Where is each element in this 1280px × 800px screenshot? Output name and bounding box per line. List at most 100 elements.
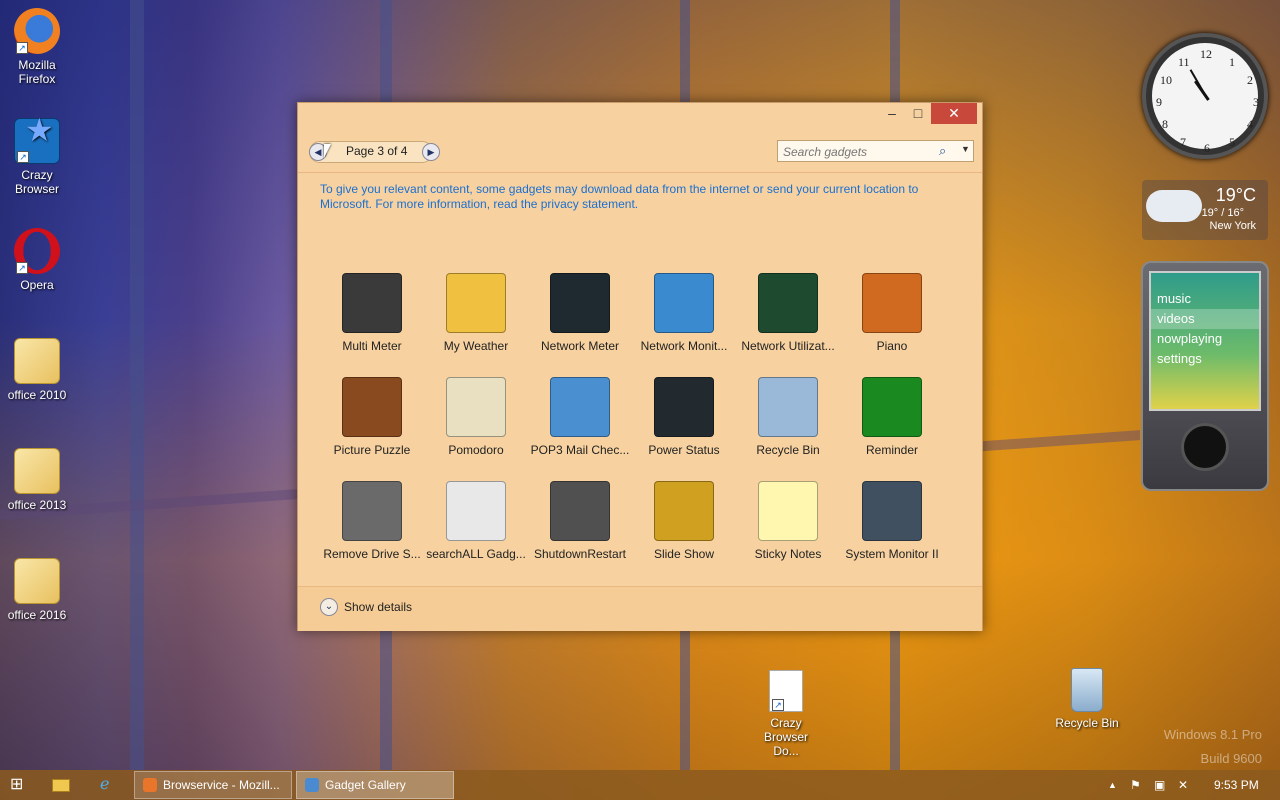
chevron-down-icon[interactable]: ▼ <box>961 144 970 154</box>
clock-number: 1 <box>1229 55 1235 69</box>
volume-muted-icon[interactable]: ✕ <box>1178 771 1194 799</box>
document-icon: ↗ <box>769 670 803 712</box>
desktop-icon-recycle-bin[interactable]: Recycle Bin <box>1051 668 1123 730</box>
clock-number: 7 <box>1180 135 1186 149</box>
mouse-cursor-icon <box>324 144 331 158</box>
gadget-tile-recycle-bin[interactable]: Recycle Bin <box>736 375 840 475</box>
desktop-icon-office-2010[interactable]: office 2010 <box>1 338 73 402</box>
crazy-browser-icon: ★ ↗ <box>14 114 60 164</box>
start-button[interactable]: ⊞ <box>10 771 28 799</box>
expand-chevron-icon[interactable]: ⌄ <box>320 598 338 616</box>
gadget-tile-network-monitor[interactable]: Network Monit... <box>632 271 736 371</box>
gadget-label: My Weather <box>443 339 509 353</box>
digital-clock-icon <box>862 377 922 437</box>
gadget-tile-power-status[interactable]: Power Status <box>632 375 736 475</box>
gadget-tile-sticky-notes[interactable]: Sticky Notes <box>736 479 840 579</box>
flag-icon[interactable]: ⚑ <box>1130 771 1146 799</box>
gadget-tile-system-monitor[interactable]: System Monitor II <box>840 479 944 579</box>
recycle-bin-icon <box>758 377 818 437</box>
clock-number: 5 <box>1229 135 1235 149</box>
desktop-icon-firefox[interactable]: ↗ Mozilla Firefox <box>1 8 73 86</box>
gadget-label: Slide Show <box>653 547 715 561</box>
next-page-button[interactable]: ▶ <box>422 143 440 161</box>
search-input[interactable]: Search gadgets ⌕ ▼ <box>777 140 974 162</box>
gadget-tile-pop3-mail[interactable]: POP3 Mail Chec... <box>528 375 632 475</box>
desktop-icon-label: office 2013 <box>7 498 67 512</box>
desktop-icon-opera[interactable]: ↗ Opera <box>1 228 73 292</box>
gadget-tile-shutdown-restart[interactable]: ShutdownRestart <box>528 479 632 579</box>
gadget-tile-searchall[interactable]: searchALL Gadg... <box>424 479 528 579</box>
desktop-icon-office-2013[interactable]: office 2013 <box>1 448 73 512</box>
search-placeholder: Search gadgets <box>783 145 868 159</box>
zune-player-gadget[interactable]: music videos nowplaying settings <box>1141 261 1269 491</box>
desktop-icon-office-2016[interactable]: office 2016 <box>1 558 73 622</box>
window-frame-beam <box>130 0 144 770</box>
maximize-button[interactable]: □ <box>904 103 932 124</box>
clock-gadget[interactable]: 12 1 2 3 4 5 6 7 8 9 10 11 <box>1142 33 1268 159</box>
weather-gadget[interactable]: 19°C 19° / 16° New York <box>1142 180 1268 240</box>
gadget-tile-slide-show[interactable]: Slide Show <box>632 479 736 579</box>
desktop-icon-crazy-browser-doc[interactable]: ↗ Crazy Browser Do... <box>750 670 822 758</box>
gadget-tile-network-meter[interactable]: Network Meter <box>528 271 632 371</box>
network-meter-icon <box>550 273 610 333</box>
clock-number: 6 <box>1204 141 1210 155</box>
desktop-icon-label: Crazy Browser <box>14 168 59 196</box>
file-explorer-icon[interactable] <box>52 771 72 799</box>
zune-menu-item-settings[interactable]: settings <box>1151 349 1259 369</box>
desktop-icon-crazy-browser[interactable]: ★ ↗ Crazy Browser <box>1 114 73 196</box>
gadget-label: System Monitor II <box>845 547 939 561</box>
cloud-icon <box>1146 190 1202 222</box>
desktop-icon-label: office 2010 <box>7 388 67 402</box>
internet-explorer-icon[interactable]: ℯ <box>100 771 120 799</box>
clock-number: 10 <box>1160 73 1172 87</box>
recycle-bin-icon <box>1071 668 1103 712</box>
network-utilization-icon <box>758 273 818 333</box>
gadget-label: Network Meter <box>540 339 620 353</box>
gadget-tile-remove-drive[interactable]: Remove Drive S... <box>320 479 424 579</box>
privacy-notice-link[interactable]: To give you relevant content, some gadge… <box>320 182 940 212</box>
gadget-tile-reminder[interactable]: Reminder <box>840 375 944 475</box>
cpu-chip-icon <box>862 481 922 541</box>
minimize-button[interactable]: – <box>878 103 906 124</box>
clock-number: 9 <box>1156 95 1162 109</box>
usb-drive-icon <box>342 481 402 541</box>
tray-expand-icon[interactable]: ▲ <box>1108 771 1120 799</box>
search-engine-icon <box>446 481 506 541</box>
zune-menu-item-nowplaying[interactable]: nowplaying <box>1151 329 1259 349</box>
task-label: Gadget Gallery <box>325 778 406 792</box>
gadget-tile-picture-puzzle[interactable]: Picture Puzzle <box>320 375 424 475</box>
gadget-tile-network-utilization[interactable]: Network Utilizat... <box>736 271 840 371</box>
show-details-toggle[interactable]: Show details <box>344 600 412 614</box>
close-button[interactable]: ✕ <box>931 103 977 124</box>
sticky-note-icon <box>758 481 818 541</box>
zune-control-pad[interactable] <box>1181 423 1229 471</box>
desktop-icon-label: Recycle Bin <box>1055 716 1119 730</box>
clock-number: 2 <box>1247 73 1253 87</box>
clock-time[interactable]: 9:53 PM <box>1214 771 1264 799</box>
gadget-tile-pomodoro[interactable]: Pomodoro <box>424 375 528 475</box>
taskbar-task-gadget-gallery[interactable]: Gadget Gallery <box>296 771 454 799</box>
gadget-tile-multi-meter[interactable]: Multi Meter <box>320 271 424 371</box>
clock-hour-hand <box>1194 80 1210 101</box>
clock-number: 11 <box>1178 55 1190 69</box>
os-watermark-build: Build 9600 <box>1200 751 1262 766</box>
taskbar-task-firefox[interactable]: Browservice - Mozill... <box>134 771 292 799</box>
gadget-label: Recycle Bin <box>756 443 820 457</box>
zune-menu-item-music[interactable]: music <box>1151 289 1259 309</box>
gadget-label: Power Status <box>648 443 720 457</box>
gadget-tile-my-weather[interactable]: My Weather <box>424 271 528 371</box>
zune-menu-item-videos[interactable]: videos <box>1151 309 1259 329</box>
search-icon[interactable]: ⌕ <box>939 143 946 159</box>
slideshow-icon <box>654 481 714 541</box>
gadget-tile-piano[interactable]: Piano <box>840 271 944 371</box>
network-icon[interactable]: ▣ <box>1154 771 1170 799</box>
globe-icon <box>654 273 714 333</box>
title-bar[interactable]: – □ ✕ <box>298 103 982 127</box>
zune-screen: music videos nowplaying settings <box>1149 271 1261 411</box>
piano-icon <box>862 273 922 333</box>
os-watermark-edition: Windows 8.1 Pro <box>1163 727 1262 742</box>
divider <box>298 172 982 173</box>
gadget-label: Multi Meter <box>342 339 402 353</box>
clock-number: 3 <box>1253 95 1259 109</box>
gadget-label: Picture Puzzle <box>333 443 411 457</box>
